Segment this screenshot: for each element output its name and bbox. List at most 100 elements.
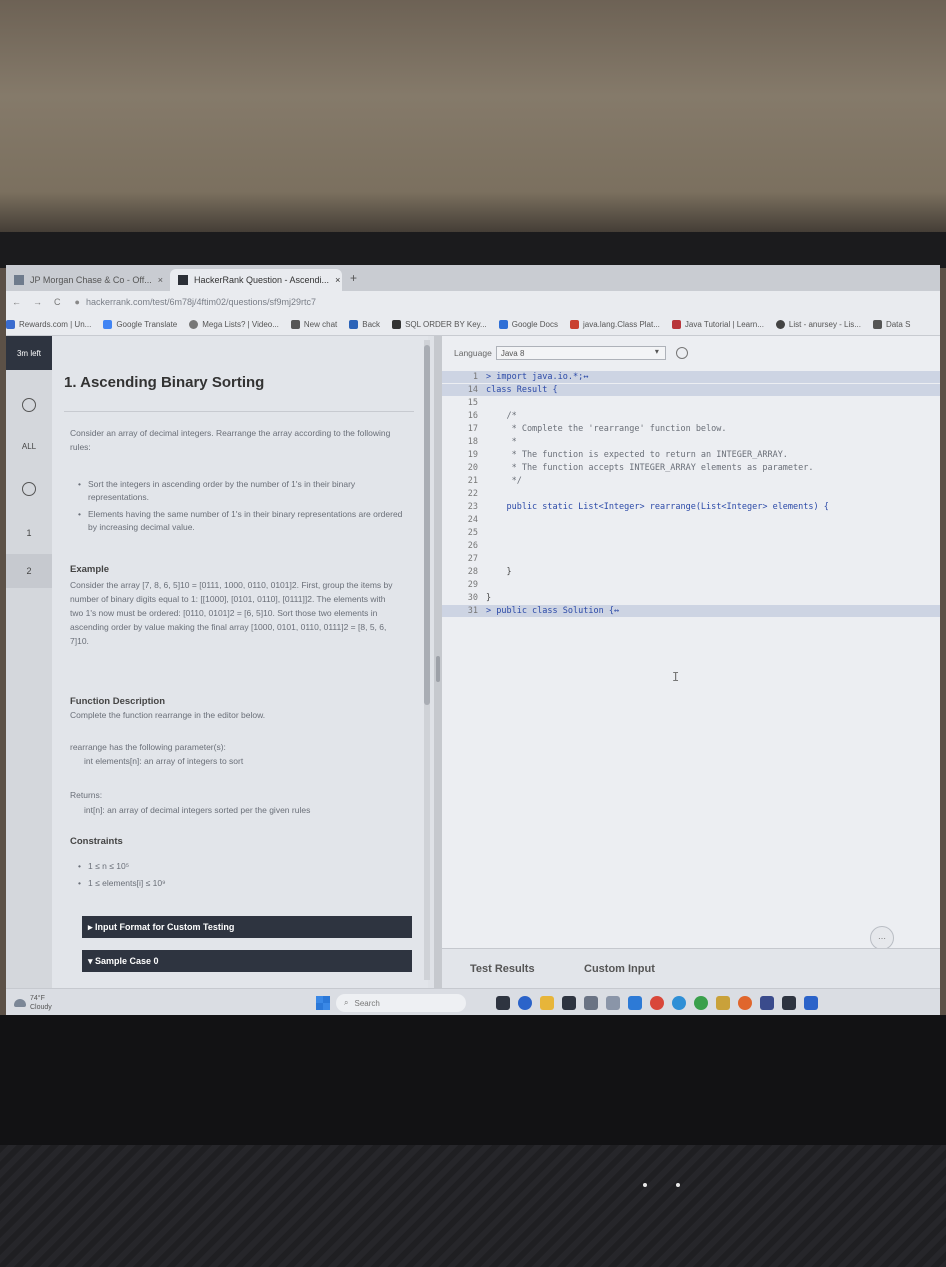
code-line[interactable]: 18 * [442,436,940,448]
reload-icon[interactable]: C [48,297,67,307]
app-icon[interactable] [584,996,598,1010]
bookmark-item[interactable]: Rewards.com | Un... [6,319,91,329]
bookmark-icon [872,319,882,329]
taskbar-search[interactable]: ⌕ Search [336,994,466,1012]
close-icon[interactable]: × [152,275,163,285]
line-number: 30 [467,593,478,603]
bookmark-item[interactable]: Java Tutorial | Learn... [671,319,764,329]
outlook-icon[interactable] [804,996,818,1010]
pane-splitter[interactable] [434,336,442,988]
clock-icon[interactable] [6,482,52,496]
windows-start-icon[interactable] [316,996,330,1010]
tab-custom-input[interactable]: Custom Input [584,963,655,975]
new-tab-button[interactable]: + [350,271,357,285]
bookmark-item[interactable]: Google Translate [103,319,177,329]
problem-scrollbar-thumb[interactable] [424,345,430,705]
file-explorer-icon[interactable] [540,996,554,1010]
code-line[interactable]: 21 */ [442,475,940,487]
bookmark-item[interactable]: New chat [290,319,337,329]
line-number: 29 [467,580,478,590]
returns-heading: Returns: [70,790,103,800]
app-icon[interactable] [716,996,730,1010]
problem-intro: Consider an array of decimal integers. R… [70,428,391,452]
app-icon[interactable] [606,996,620,1010]
url-field[interactable]: hackerrank.com/test/6m78j/4ftim02/questi… [86,297,316,307]
sample-case-toggle[interactable]: ▾ Sample Case 0 [82,950,412,972]
code-text: * The function is expected to return an … [486,450,788,460]
code-line[interactable]: 14 class Result { [442,384,940,396]
compass-icon[interactable] [6,398,52,412]
info-icon[interactable] [675,347,688,359]
code-editor-panel: Language Java 8 ▾ 1 > import java.io.*;↔ 1… [442,336,940,988]
app-icon[interactable] [694,996,708,1010]
divider [64,411,414,412]
question-2-button[interactable]: 2 [6,554,52,588]
code-line[interactable]: 27 [442,553,940,565]
close-icon[interactable]: × [329,275,340,285]
code-line[interactable]: 19 * The function is expected to return … [442,449,940,461]
chat-icon[interactable] [518,996,532,1010]
forward-icon[interactable]: → [27,297,48,307]
line-number: 19 [467,450,478,460]
weather-widget[interactable]: 74°F Cloudy [14,994,52,1012]
bookmark-item[interactable]: Mega Lists? | Video... [189,319,279,329]
bookmark-item[interactable]: Back [349,319,380,329]
bookmark-icon [189,319,199,329]
browser-tab-active[interactable]: HackerRank Question - Ascendi... × [170,269,342,291]
line-number: 15 [467,398,478,408]
input-format-toggle[interactable]: ▸ Input Format for Custom Testing [82,916,412,938]
code-line[interactable]: 16 /* [442,410,940,422]
browser-tab[interactable]: JP Morgan Chase & Co - Off... × [6,269,166,291]
lock-icon: ● [74,297,80,307]
drag-handle-icon[interactable] [436,656,440,682]
bookmark-item[interactable]: Data S [872,319,910,329]
code-line[interactable]: 26 [442,540,940,552]
code-line[interactable]: 22 [442,488,940,500]
code-line[interactable]: 28 } [442,566,940,578]
vscode-icon[interactable] [628,996,642,1010]
code-line[interactable]: 29 [442,579,940,591]
wall-background [0,0,946,240]
code-line[interactable]: 23 public static List<Integer> rearrange… [442,501,940,513]
chrome-icon[interactable] [650,996,664,1010]
returns-text: int[n]: an array of decimal integers sor… [84,805,311,815]
expand-button[interactable]: ⋯ [870,926,894,950]
edge-icon[interactable] [672,996,686,1010]
bookmark-item[interactable]: List - anursey - Lis... [775,319,861,329]
app-icon[interactable] [738,996,752,1010]
code-text: /* [486,411,517,421]
back-icon[interactable]: ← [6,297,27,307]
code-line[interactable]: 30} [442,592,940,604]
indicator-light [643,1183,647,1187]
laptop-keyboard [0,1145,946,1267]
bookmark-icon [569,319,579,329]
line-number: 21 [467,476,478,486]
code-line[interactable]: 20 * The function accepts INTEGER_ARRAY … [442,462,940,474]
line-number: 22 [467,489,478,499]
code-line[interactable]: 1 > import java.io.*;↔ [442,371,940,383]
rule-item: Sort the integers in ascending order by … [78,478,408,504]
store-icon[interactable] [562,996,576,1010]
code-line[interactable]: 17 * Complete the 'rearrange' function b… [442,423,940,435]
example-text: Consider the array [7, 8, 6, 5]10 = [011… [70,580,393,646]
code-line[interactable]: 15 [442,397,940,409]
code-line[interactable]: 31 > public class Solution {↔ [442,605,940,617]
bookmark-item[interactable]: Google Docs [498,319,558,329]
function-description-heading: Function Description [70,696,165,707]
line-number: 28 [467,567,478,577]
tab-test-results[interactable]: Test Results [470,963,535,975]
question-1-button[interactable]: 1 [6,516,52,550]
bookmark-item[interactable]: SQL ORDER BY Key... [392,319,487,329]
task-view-icon[interactable] [496,996,510,1010]
app-icon[interactable] [782,996,796,1010]
code-line[interactable]: 24 [442,514,940,526]
line-number: 20 [467,463,478,473]
all-questions-button[interactable]: ALL [6,442,52,451]
translate-icon [103,319,113,329]
bookmark-item[interactable]: java.lang.Class Plat... [569,319,660,329]
line-number: 25 [467,528,478,538]
code-line[interactable]: 25 [442,527,940,539]
address-bar: ← → C ● hackerrank.com/test/6m78j/4ftim0… [6,291,940,313]
app-icon[interactable] [760,996,774,1010]
language-select[interactable]: Java 8 ▾ [495,346,666,360]
